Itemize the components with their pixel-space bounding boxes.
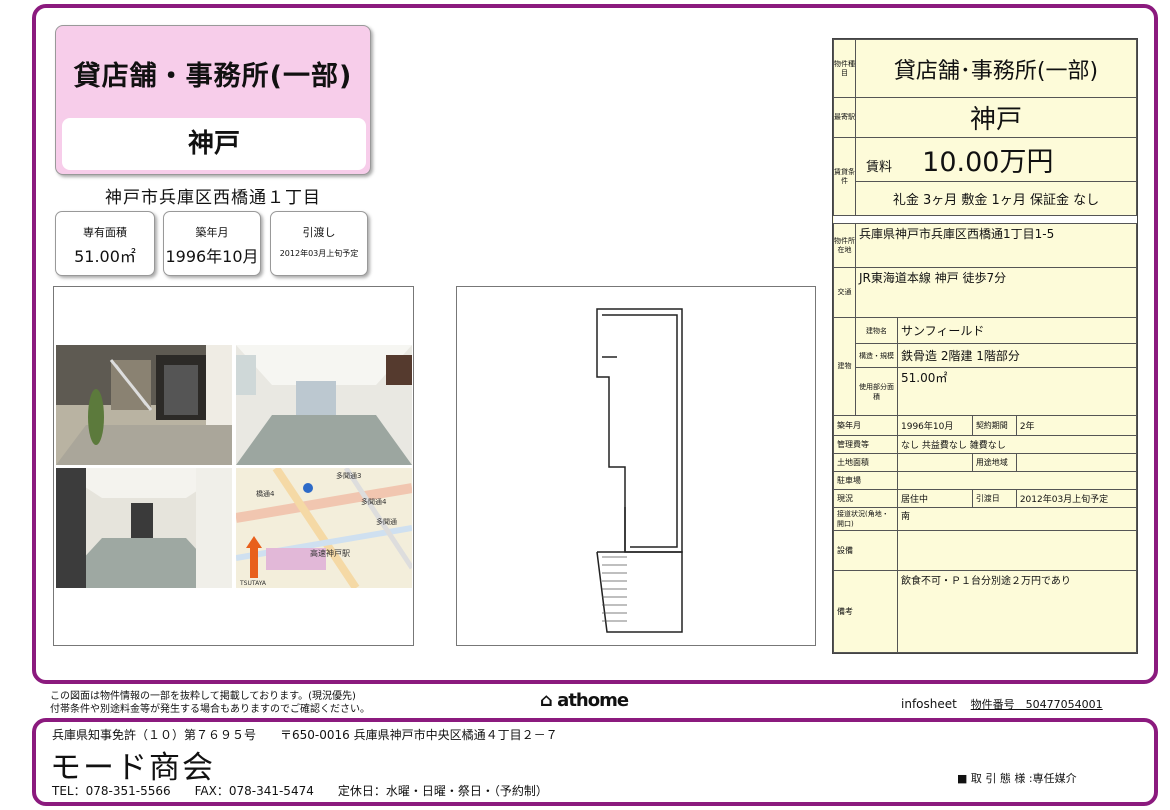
- property-number: 物件番号 50477054001: [970, 698, 1103, 711]
- deal-type: ■ 取 引 態 様 :専任媒介: [957, 772, 1077, 785]
- spec-label: 交通: [833, 267, 856, 318]
- tag-handover-label: 引渡し: [302, 226, 336, 239]
- athome-logo: ⌂ athome: [540, 690, 629, 711]
- tag-area-value: 51.00㎡: [74, 247, 136, 266]
- spec-label: 構造・規模: [855, 343, 898, 368]
- map-label: TSUTAYA: [239, 580, 267, 587]
- interior-photo-1: [236, 345, 412, 465]
- spec-label: 建物名: [855, 317, 898, 344]
- rent-value: 10.00万円: [922, 147, 1054, 178]
- company-license: 兵庫県知事免許（１０）第７６９５号 〒650-0016 兵庫県神戸市中央区橘通４…: [52, 728, 558, 742]
- infosheet-text: infosheet: [901, 697, 957, 711]
- spec-label: 最寄駅: [833, 97, 856, 138]
- access-value: JR東海道本線 神戸 徒歩7分: [855, 267, 1137, 318]
- disclaimer-line: 付帯条件や別途料金等が発生する場合もありますのでご確認ください。: [50, 704, 370, 715]
- map-label: 多聞通3: [336, 471, 361, 480]
- spec-label: 契約期間: [971, 415, 1017, 436]
- map-label: 多聞通: [376, 517, 397, 526]
- spec-label: 賃貸条件: [833, 137, 856, 216]
- tag-area: 専有面積 51.00㎡: [55, 211, 155, 276]
- spec-label: 物件所在地: [833, 223, 856, 268]
- map-label: 橋通4: [256, 489, 275, 498]
- map-label: 高速神戸駅: [310, 548, 350, 558]
- spec-label: 土地面積: [833, 453, 898, 472]
- tag-handover: 引渡し 2012年03月上旬予定: [270, 211, 368, 276]
- spec-label: 築年月: [833, 415, 898, 436]
- spec-label: 管理費等: [833, 435, 898, 454]
- tag-built-label: 築年月: [195, 226, 229, 239]
- spec-label: 用途地域: [971, 453, 1017, 472]
- tag-built-value: 1996年10月: [165, 247, 259, 266]
- house-icon: ⌂: [540, 690, 553, 711]
- floor-plan-drawing: [596, 308, 683, 633]
- location-value: 兵庫県神戸市兵庫区西橋通1丁目1-5: [855, 223, 1137, 268]
- interior-photo-2: [56, 468, 232, 588]
- building-name-value: サンフィールド: [897, 317, 1137, 344]
- disclaimer: この図面は物件情報の一部を抜粋して掲載しております。(現況優先) 付帯条件や別途…: [50, 690, 370, 716]
- status-value: 居住中: [897, 489, 973, 508]
- logo-text: athome: [557, 690, 629, 711]
- map-label: 多聞通4: [361, 497, 387, 506]
- structure-value: 鉄骨造 2階建 1階部分: [897, 343, 1137, 368]
- spec-table: 物件種目 貸店舗･事務所(一部) 最寄駅 神戸 賃貸条件 賃料 10.00万円 …: [833, 39, 1138, 653]
- entrance-photo: [56, 345, 232, 465]
- property-type-title: 貸店舗・事務所(一部): [73, 61, 353, 92]
- spec-label: 現況: [833, 489, 898, 508]
- type-card: 貸店舗・事務所(一部) 神戸: [55, 25, 371, 175]
- spec-sheet: 物件種目 貸店舗･事務所(一部) 最寄駅 神戸 賃貸条件 賃料 10.00万円 …: [832, 38, 1138, 654]
- area-map: 多聞通3 多聞通4 橋通4 多聞通 高速神戸駅 TSUTAYA: [236, 468, 412, 588]
- road-value: 南: [897, 507, 1137, 531]
- contract-value: 2年: [1015, 415, 1138, 436]
- address-short: 神戸市兵庫区西橋通１丁目: [105, 188, 321, 208]
- photo-panel: 多聞通3 多聞通4 橋通4 多聞通 高速神戸駅 TSUTAYA: [53, 286, 414, 646]
- company-contact: TEL：078-351-5566 FAX：078-341-5474 定休日：水曜…: [52, 784, 548, 798]
- spec-station-value: 神戸: [855, 97, 1137, 138]
- mgmt-value: なし 共益費なし 雑費なし: [897, 435, 1137, 454]
- spec-label: 物件種目: [833, 39, 856, 98]
- spec-type-value: 貸店舗･事務所(一部): [855, 39, 1137, 98]
- tag-handover-value: 2012年03月上旬予定: [279, 249, 359, 258]
- built-value: 1996年10月: [897, 415, 973, 436]
- company-name: モード商会: [50, 750, 215, 786]
- tag-built: 築年月 1996年10月: [163, 211, 261, 276]
- spec-label: 建物: [833, 317, 856, 416]
- rent-terms: 礼金 3ヶ月 敷金 1ヶ月 保証金 なし: [855, 181, 1137, 216]
- spec-label: 備考: [833, 570, 898, 653]
- spec-label: 引渡日: [971, 489, 1017, 508]
- tag-area-label: 専有面積: [83, 226, 127, 239]
- infosheet-label: infosheet 物件番号 50477054001: [901, 696, 1103, 712]
- spec-label: 設備: [833, 530, 898, 571]
- disclaimer-line: この図面は物件情報の一部を抜粋して掲載しております。(現況優先): [50, 691, 356, 702]
- area-value: 51.00㎡: [897, 367, 1137, 416]
- rent-key: 賃料: [866, 160, 893, 175]
- spec-label: 使用部分面積: [855, 367, 898, 416]
- remarks-value: 飲食不可・Ｐ１台分別途２万円であり: [897, 570, 1137, 653]
- station-name: 神戸: [62, 118, 366, 170]
- floor-plan: [456, 286, 816, 646]
- spec-label: 駐車場: [833, 471, 898, 490]
- handover-value: 2012年03月上旬予定: [1015, 489, 1138, 508]
- spec-label: 接道状況(角地・開口): [833, 507, 898, 531]
